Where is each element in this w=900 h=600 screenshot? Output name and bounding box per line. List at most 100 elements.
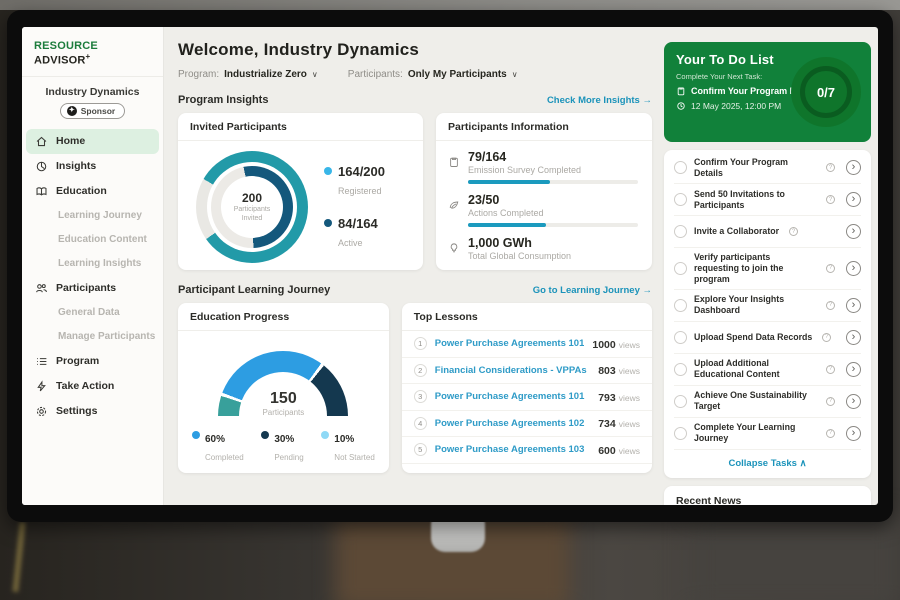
sponsor-badge[interactable]: ✦ Sponsor [60,103,125,119]
logo-advisor: ADVISOR [34,55,86,67]
chevron-down-icon: ∨ [312,70,318,79]
metric-value: 23/50 [468,193,638,207]
home-icon [35,135,48,148]
task-info-icon[interactable]: ? [822,333,831,342]
task-checkbox[interactable] [674,299,687,312]
task-open-button[interactable]: › [846,192,861,207]
lesson-link[interactable]: Power Purchase Agreements 103 [435,444,590,455]
lesson-row: 3 Power Purchase Agreements 101 793views [402,384,652,411]
gauge-center-value: 150 [218,390,348,408]
todo-column: Your To Do List Complete Your Next Task:… [664,27,878,505]
task-label: Upload Additional Educational Content [694,358,816,380]
logo-plus: + [86,52,91,61]
task-row: Upload Additional Educational Content ? … [674,354,861,386]
sidebar-item-home[interactable]: Home [26,129,159,154]
sidebar-item-learning-journey[interactable]: Learning Journey [22,204,163,228]
card-title: Invited Participants [178,113,423,141]
task-checkbox[interactable] [674,262,687,275]
task-checkbox[interactable] [674,193,687,206]
lesson-row: 5 Power Purchase Agreements 103 600views [402,437,652,464]
task-open-button[interactable]: › [846,298,861,313]
sidebar-item-label: Program [56,355,99,367]
lesson-rank: 2 [414,364,427,377]
lesson-link[interactable]: Financial Considerations - VPPAs [435,365,590,376]
task-open-button[interactable]: › [846,330,861,345]
sidebar-item-general-data[interactable]: General Data [22,301,163,325]
task-checkbox[interactable] [674,331,687,344]
clipboard-icon [676,86,686,96]
logo-resource: RESOURCE [34,40,98,52]
sidebar-item-program[interactable]: Program [22,349,163,374]
sidebar-item-label: Learning Journey [58,210,142,221]
legend-label: Registered [338,186,382,196]
participants-filter[interactable]: Participants: Only My Participants ∨ [348,69,518,80]
todo-progress-value: 0/7 [817,85,835,100]
task-checkbox[interactable] [674,427,687,440]
education-progress-card: Education Progress 150 Participants [178,303,389,473]
lesson-views: 734 [598,418,616,430]
lesson-link[interactable]: Power Purchase Agreements 101 [435,338,585,349]
task-row: Explore Your Insights Dashboard ? › [674,290,861,322]
task-checkbox[interactable] [674,395,687,408]
task-label: Achieve One Sustainability Target [694,390,816,412]
sidebar-item-settings[interactable]: Settings [22,399,163,424]
section-title-program-insights: Program Insights [178,94,268,106]
sidebar-item-education-content[interactable]: Education Content [22,228,163,252]
backdrop-wall [690,515,900,600]
sidebar-item-label: Manage Participants [58,331,155,342]
sidebar-item-education[interactable]: Education [22,179,163,204]
metric-label: Actions Completed [468,208,638,218]
task-checkbox[interactable] [674,363,687,376]
lightbulb-icon [448,242,460,254]
task-info-icon[interactable]: ? [826,195,835,204]
invited-donut-chart: 200 Participants Invited [196,151,308,263]
task-label: Explore Your Insights Dashboard [694,294,816,316]
task-open-button[interactable]: › [846,160,861,175]
participants-icon [35,282,48,295]
lesson-link[interactable]: Power Purchase Agreements 101 [435,391,590,402]
collapse-tasks-link[interactable]: Collapse Tasks ∧ [674,450,861,478]
task-info-icon[interactable]: ? [826,397,835,406]
sidebar-item-label: Participants [56,282,116,294]
legend-not-started: 10% Not Started [321,429,374,465]
clock-icon [676,101,686,111]
legend-dot [261,431,269,439]
sidebar-item-label: Take Action [56,380,114,392]
task-info-icon[interactable]: ? [826,301,835,310]
task-open-button[interactable]: › [846,426,861,441]
sidebar-item-learning-insights[interactable]: Learning Insights [22,252,163,276]
task-row: Send 50 Invitations to Participants ? › [674,184,861,216]
clipboard-icon [448,156,460,168]
program-filter-label: Program: [178,69,219,80]
task-info-icon[interactable]: ? [826,264,835,273]
program-filter[interactable]: Program: Industrialize Zero ∨ [178,69,318,80]
sidebar-item-insights[interactable]: Insights [22,154,163,179]
metric-value: 1,000 GWh [468,236,638,250]
task-row: Verify participants requesting to join t… [674,248,861,290]
task-open-button[interactable]: › [846,261,861,276]
check-more-insights-link[interactable]: Check More Insights → [547,95,652,106]
task-info-icon[interactable]: ? [789,227,798,236]
task-label: Verify participants requesting to join t… [694,252,816,285]
task-info-icon[interactable]: ? [826,365,835,374]
lesson-link[interactable]: Power Purchase Agreements 102 [435,418,590,429]
progress-bar [468,180,638,184]
task-open-button[interactable]: › [846,394,861,409]
backdrop-top-strip [0,0,900,10]
sidebar-item-take-action[interactable]: Take Action [22,374,163,399]
task-checkbox[interactable] [674,225,687,238]
task-label: Send 50 Invitations to Participants [694,189,816,211]
sidebar-item-participants[interactable]: Participants [22,276,163,301]
go-to-learning-journey-link[interactable]: Go to Learning Journey → [533,285,652,296]
todo-due-label: 12 May 2025, 12:00 PM [691,101,781,111]
task-info-icon[interactable]: ? [826,429,835,438]
task-info-icon[interactable]: ? [826,163,835,172]
task-open-button[interactable]: › [846,362,861,377]
legend-value: 84/164 [338,216,378,231]
legend-label: Pending [274,453,303,462]
task-checkbox[interactable] [674,161,687,174]
page-title: Welcome, Industry Dynamics [178,40,652,60]
sidebar-item-manage-participants[interactable]: Manage Participants [22,325,163,349]
participants-filter-label: Participants: [348,69,403,80]
task-open-button[interactable]: › [846,224,861,239]
